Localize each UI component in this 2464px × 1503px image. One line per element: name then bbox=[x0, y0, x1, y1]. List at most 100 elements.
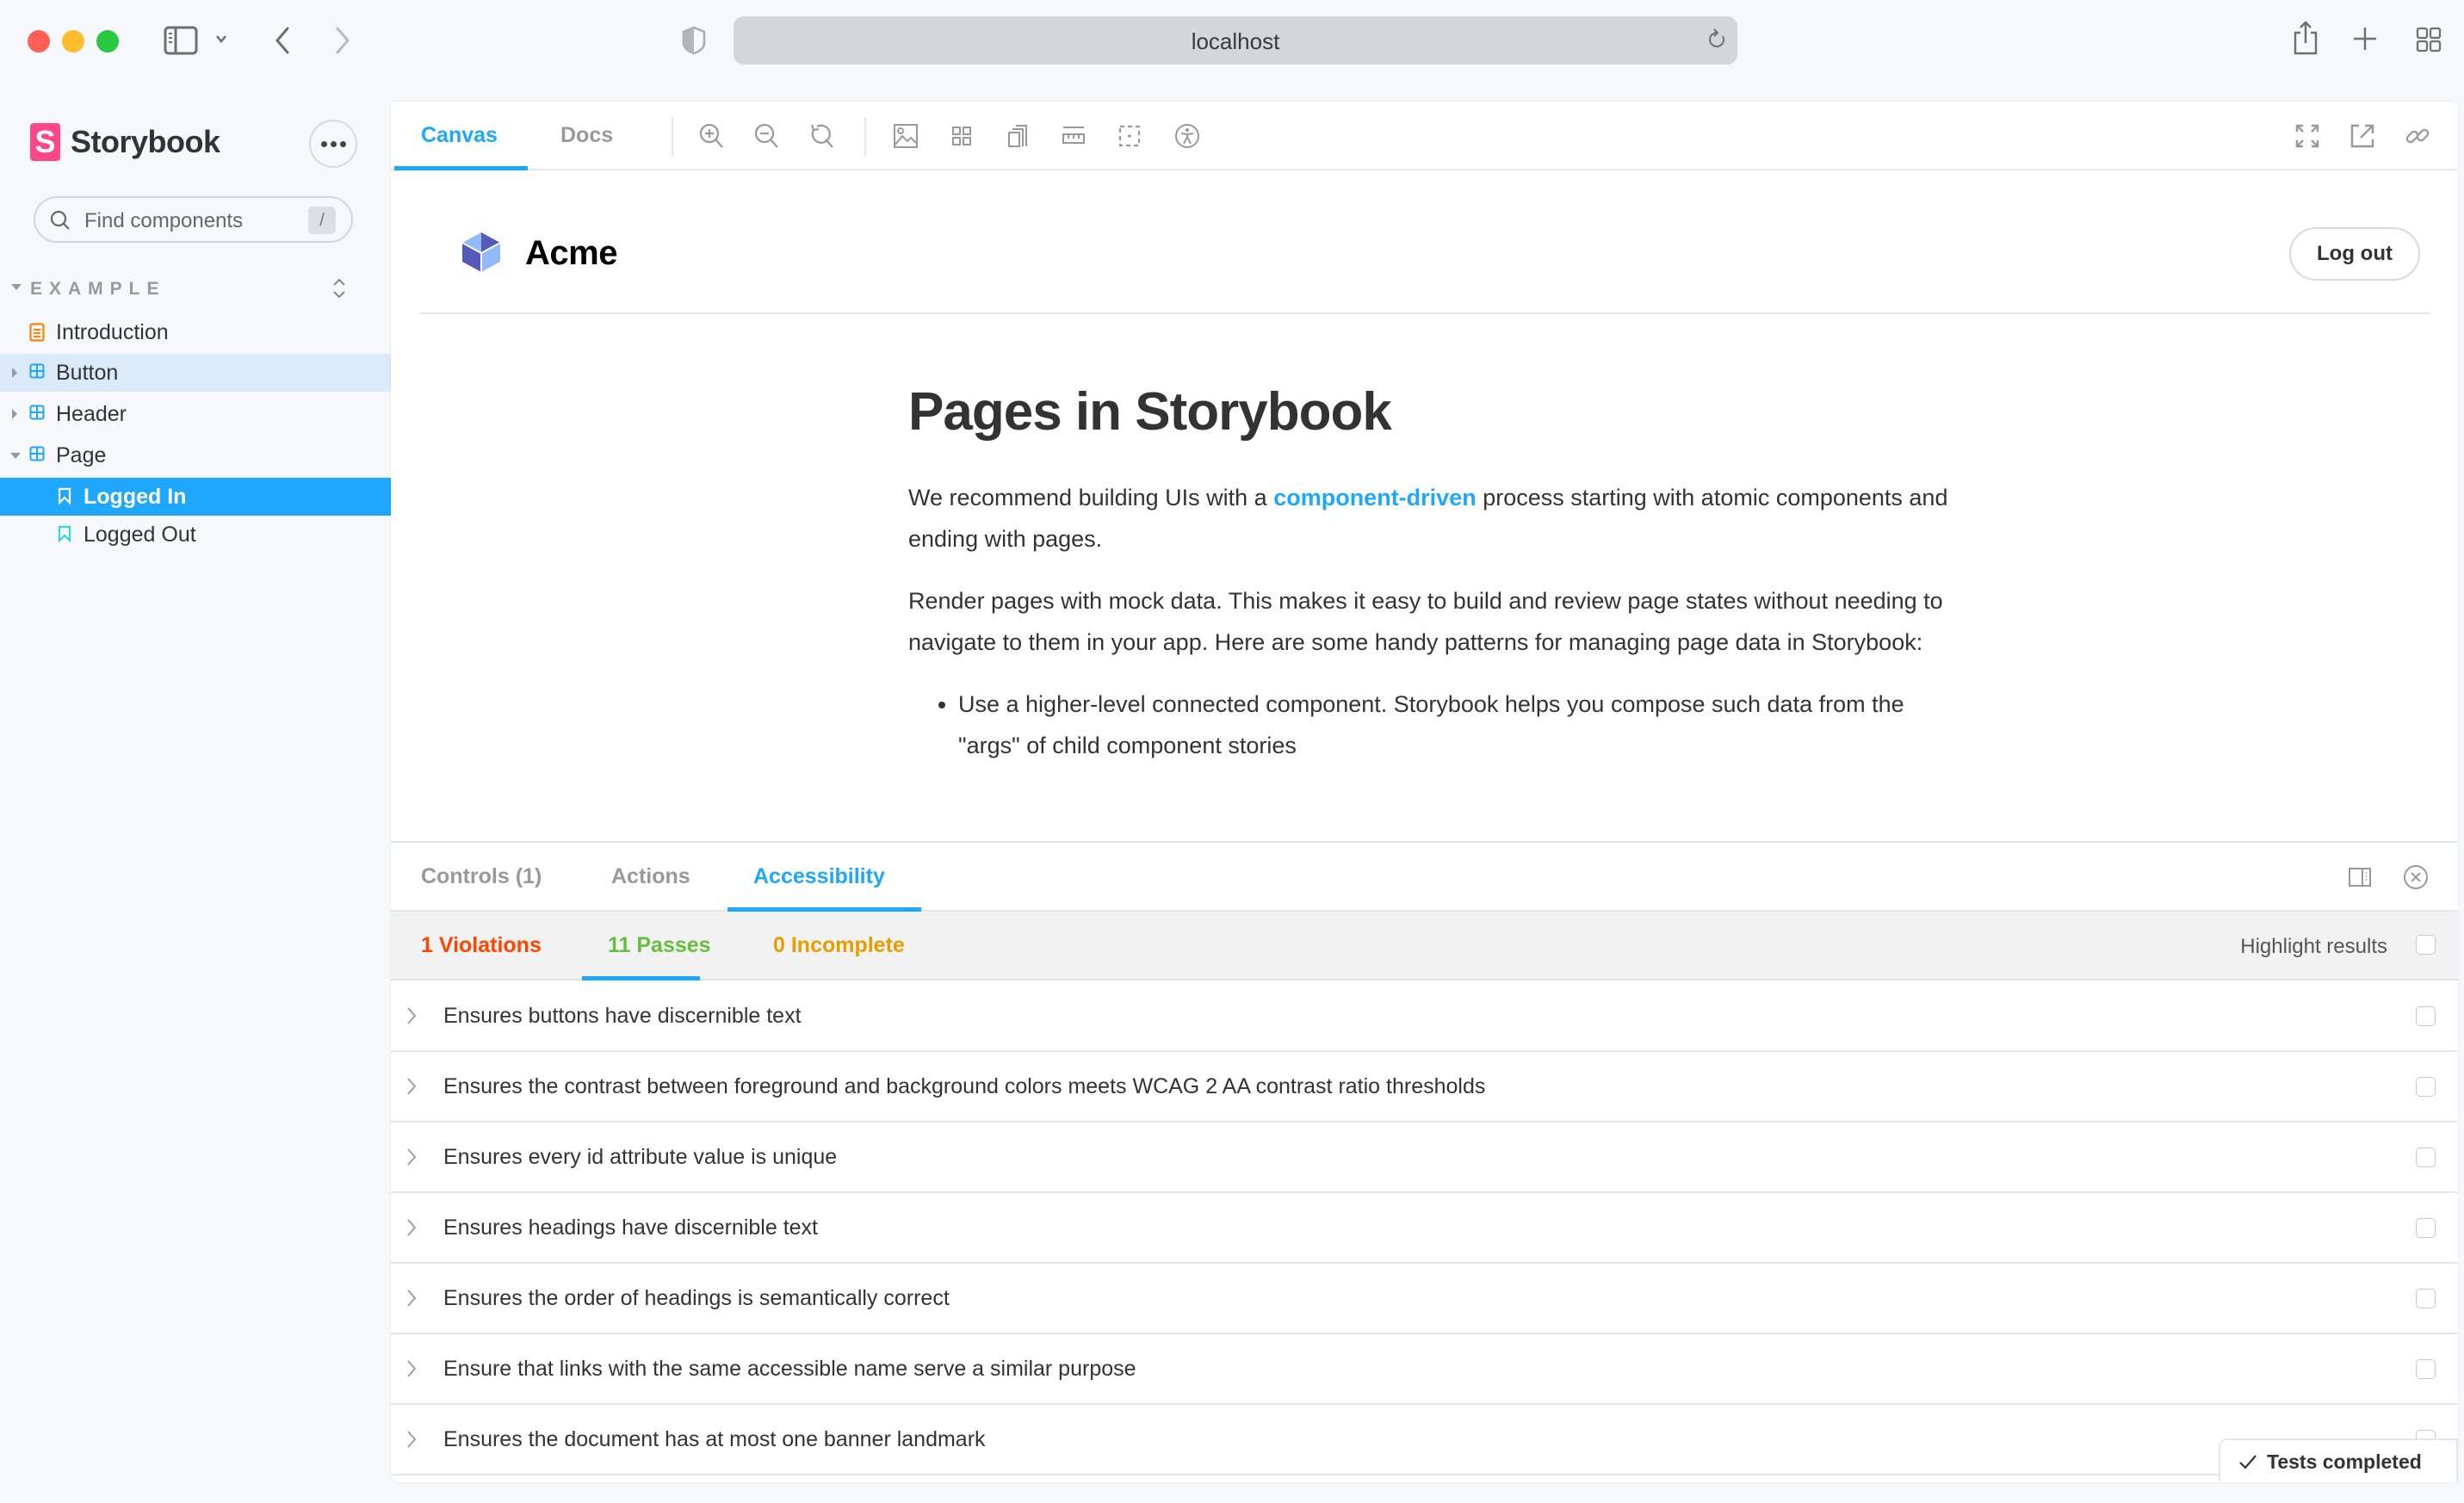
component-driven-link[interactable]: component-driven bbox=[1273, 485, 1477, 510]
toolbar-divider bbox=[864, 117, 866, 157]
rule-row[interactable]: Ensures headings have discernible text bbox=[391, 1193, 2458, 1264]
rule-row[interactable]: Ensures the document has at most one ban… bbox=[391, 1405, 2458, 1475]
sidebar-section-example[interactable]: EXAMPLE bbox=[0, 275, 391, 305]
sidebar-item-logged-in[interactable]: Logged In bbox=[0, 478, 391, 516]
tab-docs[interactable]: Docs bbox=[560, 123, 613, 148]
chevron-right-icon[interactable] bbox=[406, 1358, 417, 1383]
forward-icon[interactable] bbox=[332, 26, 353, 59]
acme-cube-logo bbox=[461, 231, 502, 278]
sidebar-item-label: Button bbox=[56, 361, 119, 385]
rule-row[interactable]: Ensures every id attribute value is uniq… bbox=[391, 1123, 2458, 1193]
highlight-results-label: Highlight results bbox=[2240, 935, 2387, 958]
highlight-results-checkbox[interactable] bbox=[2416, 935, 2436, 955]
zoom-in-icon[interactable] bbox=[698, 122, 726, 150]
fullscreen-icon[interactable] bbox=[2294, 122, 2321, 150]
accessibility-icon[interactable] bbox=[1173, 122, 1201, 150]
sidebar-item-label: Header bbox=[56, 402, 127, 426]
expand-collapse-all-icon[interactable] bbox=[330, 275, 349, 306]
sidebar-item-logged-out[interactable]: Logged Out bbox=[0, 516, 391, 554]
rule-description: Ensures buttons have discernible text bbox=[443, 1004, 802, 1028]
chevron-right-icon[interactable] bbox=[406, 1288, 417, 1313]
search-placeholder: Find components bbox=[84, 209, 244, 232]
storybook-logo[interactable]: S Storybook bbox=[30, 123, 220, 161]
rule-row[interactable]: Ensures buttons have discernible text bbox=[391, 981, 2458, 1052]
measure-icon[interactable] bbox=[1060, 122, 1087, 150]
rule-highlight-checkbox[interactable] bbox=[2416, 1218, 2436, 1238]
sidebar-item-header[interactable]: Header bbox=[0, 395, 391, 433]
close-panel-icon[interactable] bbox=[2402, 863, 2430, 891]
sidebar-toggle-icon[interactable] bbox=[164, 26, 198, 59]
chevron-right-icon[interactable] bbox=[406, 1147, 417, 1172]
tests-status-text: Tests completed bbox=[2267, 1450, 2422, 1473]
rule-row[interactable]: Ensures the order of headings is semanti… bbox=[391, 1264, 2458, 1334]
viewport-icon[interactable] bbox=[1004, 122, 1031, 150]
main-panel: Canvas Docs Acme Log out Pages in Storyb… bbox=[391, 102, 2458, 1482]
section-label: EXAMPLE bbox=[30, 279, 166, 299]
grid-icon[interactable] bbox=[948, 122, 975, 150]
share-icon[interactable] bbox=[2292, 21, 2319, 59]
tab-passes[interactable]: 11 Passes bbox=[608, 933, 711, 958]
addon-panel: Controls (1) Actions Accessibility 1 Vio… bbox=[391, 841, 2458, 1482]
rule-highlight-checkbox[interactable] bbox=[2416, 1147, 2436, 1167]
chevron-right-icon[interactable] bbox=[406, 1076, 417, 1101]
reload-icon[interactable] bbox=[1706, 27, 1727, 57]
rule-highlight-checkbox[interactable] bbox=[2416, 1006, 2436, 1026]
more-dot-icon bbox=[320, 140, 327, 147]
tab-actions[interactable]: Actions bbox=[611, 864, 690, 889]
maximize-window-button[interactable] bbox=[96, 30, 119, 53]
document-icon bbox=[29, 323, 45, 346]
tab-canvas[interactable]: Canvas bbox=[421, 123, 498, 148]
search-input[interactable]: Find components / bbox=[34, 196, 353, 243]
shield-icon[interactable] bbox=[682, 26, 706, 59]
log-out-button[interactable]: Log out bbox=[2289, 227, 2420, 281]
tab-accessibility[interactable]: Accessibility bbox=[753, 864, 885, 889]
intro-text-before: We recommend building UIs with a bbox=[908, 485, 1274, 510]
sidebar-item-label: Introduction bbox=[56, 320, 169, 344]
component-icon bbox=[29, 405, 45, 424]
sidebar-item-introduction[interactable]: Introduction bbox=[0, 313, 391, 351]
bookmark-icon bbox=[58, 487, 71, 509]
chevron-down-icon[interactable] bbox=[214, 33, 228, 48]
zoom-out-icon[interactable] bbox=[753, 122, 781, 150]
storybook-logo-mark: S bbox=[30, 123, 60, 161]
component-icon bbox=[29, 446, 45, 466]
background-icon[interactable] bbox=[892, 122, 919, 150]
rule-highlight-checkbox[interactable] bbox=[2416, 1077, 2436, 1097]
rule-description: Ensures the document has at most one ban… bbox=[443, 1427, 986, 1451]
tab-violations[interactable]: 1 Violations bbox=[421, 933, 542, 958]
a11y-result-tabs: 1 Violations 11 Passes 0 Incomplete High… bbox=[391, 912, 2458, 980]
rule-highlight-checkbox[interactable] bbox=[2416, 1359, 2436, 1379]
chevron-right-icon[interactable] bbox=[406, 1217, 417, 1242]
zoom-reset-icon[interactable] bbox=[808, 122, 836, 150]
minimize-window-button[interactable] bbox=[62, 30, 84, 53]
close-window-button[interactable] bbox=[28, 30, 50, 53]
rule-highlight-checkbox[interactable] bbox=[2416, 1289, 2436, 1308]
rule-row[interactable]: Ensure that links with the same accessib… bbox=[391, 1334, 2458, 1405]
sidebar-item-page[interactable]: Page bbox=[0, 436, 391, 474]
list-item: Use a higher-level connected component. … bbox=[958, 683, 1967, 766]
acme-title: Acme bbox=[525, 234, 617, 272]
back-icon[interactable] bbox=[272, 26, 293, 59]
preview-toolbar: Canvas Docs bbox=[391, 102, 2458, 170]
tab-overview-icon[interactable] bbox=[2416, 27, 2442, 57]
outline-icon[interactable] bbox=[1116, 122, 1143, 150]
story-preview: Acme Log out Pages in Storybook We recom… bbox=[391, 170, 2458, 841]
sidebar-menu-button[interactable] bbox=[309, 120, 357, 168]
chevron-right-icon[interactable] bbox=[406, 1005, 417, 1030]
copy-link-icon[interactable] bbox=[2404, 122, 2431, 150]
open-new-tab-icon[interactable] bbox=[2349, 122, 2376, 150]
toolbar-divider bbox=[672, 117, 673, 157]
panel-orientation-icon[interactable] bbox=[2347, 864, 2374, 892]
chevron-right-icon[interactable] bbox=[406, 1429, 417, 1454]
sidebar-item-button[interactable]: Button bbox=[0, 354, 391, 392]
rule-row[interactable]: Ensures the contrast between foreground … bbox=[391, 1052, 2458, 1123]
address-bar[interactable]: localhost bbox=[734, 16, 1737, 65]
caret-right-icon bbox=[12, 368, 17, 378]
page-article: Pages in Storybook We recommend building… bbox=[908, 386, 1967, 766]
sidebar-item-label: Page bbox=[56, 443, 107, 467]
new-tab-icon[interactable] bbox=[2352, 26, 2378, 56]
tab-controls[interactable]: Controls (1) bbox=[421, 864, 542, 889]
patterns-list: Use a higher-level connected component. … bbox=[958, 683, 1967, 766]
rule-description: Ensures the contrast between foreground … bbox=[443, 1074, 1486, 1098]
tab-incomplete[interactable]: 0 Incomplete bbox=[773, 933, 905, 958]
